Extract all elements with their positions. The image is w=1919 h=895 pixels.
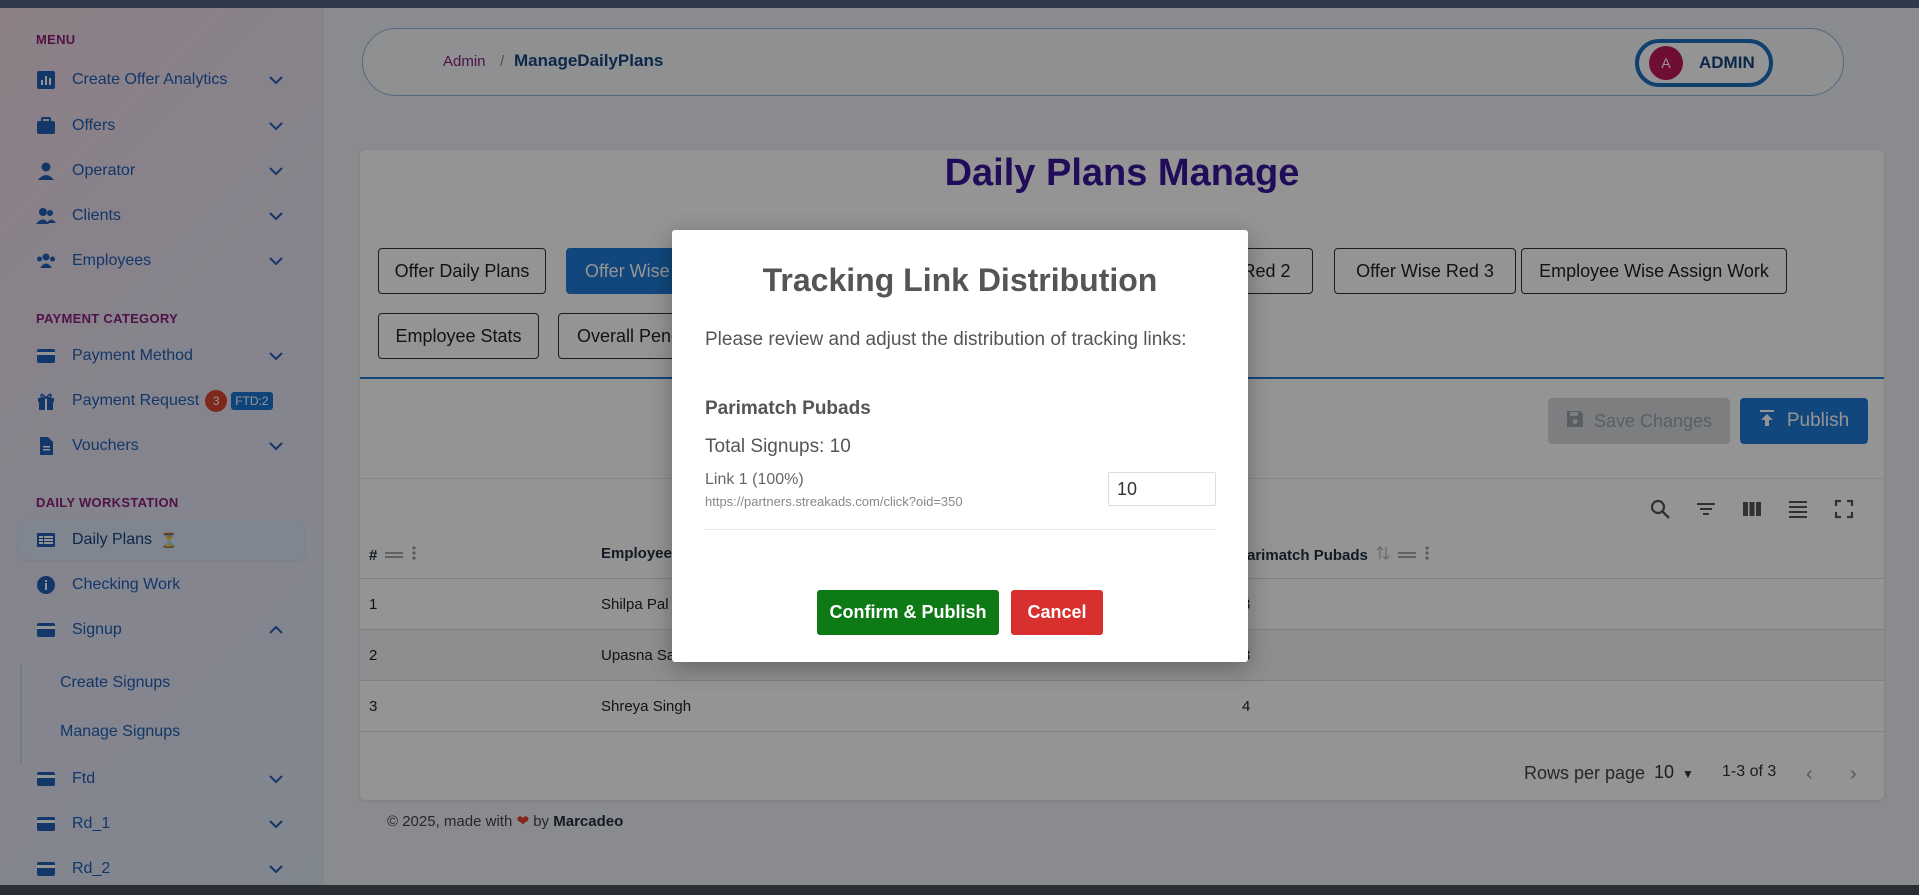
- window-top-bar: [0, 0, 1919, 8]
- link-count-input[interactable]: [1108, 472, 1216, 506]
- tracking-link-modal: Tracking Link Distribution Please review…: [672, 230, 1248, 662]
- modal-title: Tracking Link Distribution: [762, 262, 1158, 298]
- link-url: https://partners.streakads.com/click?oid…: [705, 494, 963, 509]
- modal-description: Please review and adjust the distributio…: [705, 329, 1187, 350]
- modal-divider: [705, 529, 1216, 530]
- link-label: Link 1 (100%): [705, 471, 804, 488]
- taskbar: [0, 885, 1919, 895]
- total-signups: Total Signups: 10: [705, 436, 851, 457]
- confirm-publish-button[interactable]: Confirm & Publish: [817, 590, 999, 635]
- cancel-button[interactable]: Cancel: [1011, 590, 1103, 635]
- offer-name: Parimatch Pubads: [705, 398, 871, 419]
